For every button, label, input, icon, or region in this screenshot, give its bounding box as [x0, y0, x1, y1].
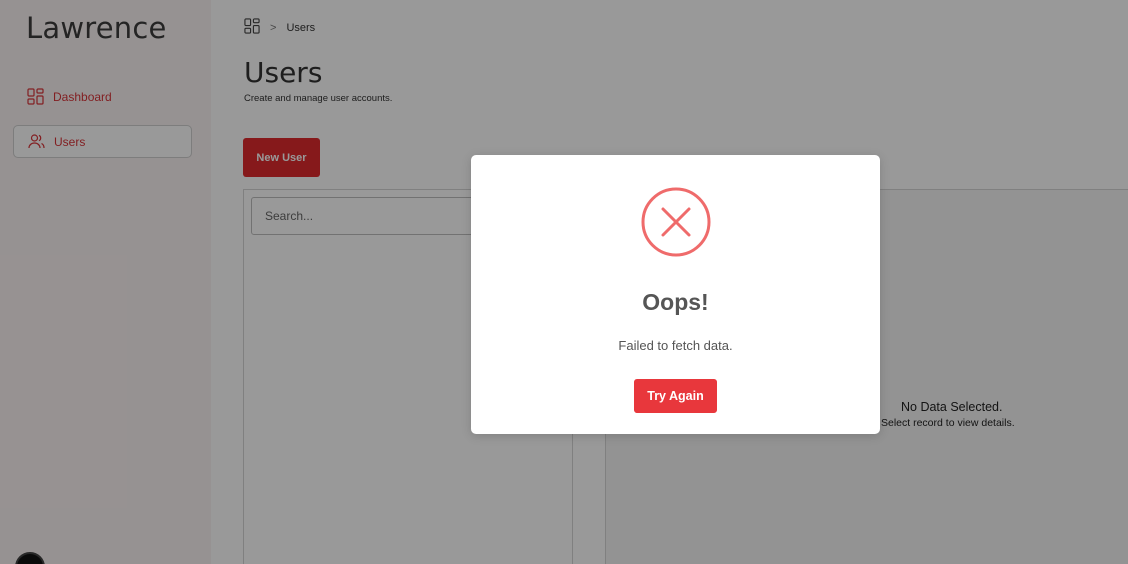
dialog-message: Failed to fetch data. [618, 338, 733, 353]
error-dialog: Oops! Failed to fetch data. Try Again [471, 155, 880, 434]
try-again-button[interactable]: Try Again [634, 379, 717, 413]
error-x-icon [640, 186, 712, 258]
dialog-title: Oops! [642, 289, 709, 315]
